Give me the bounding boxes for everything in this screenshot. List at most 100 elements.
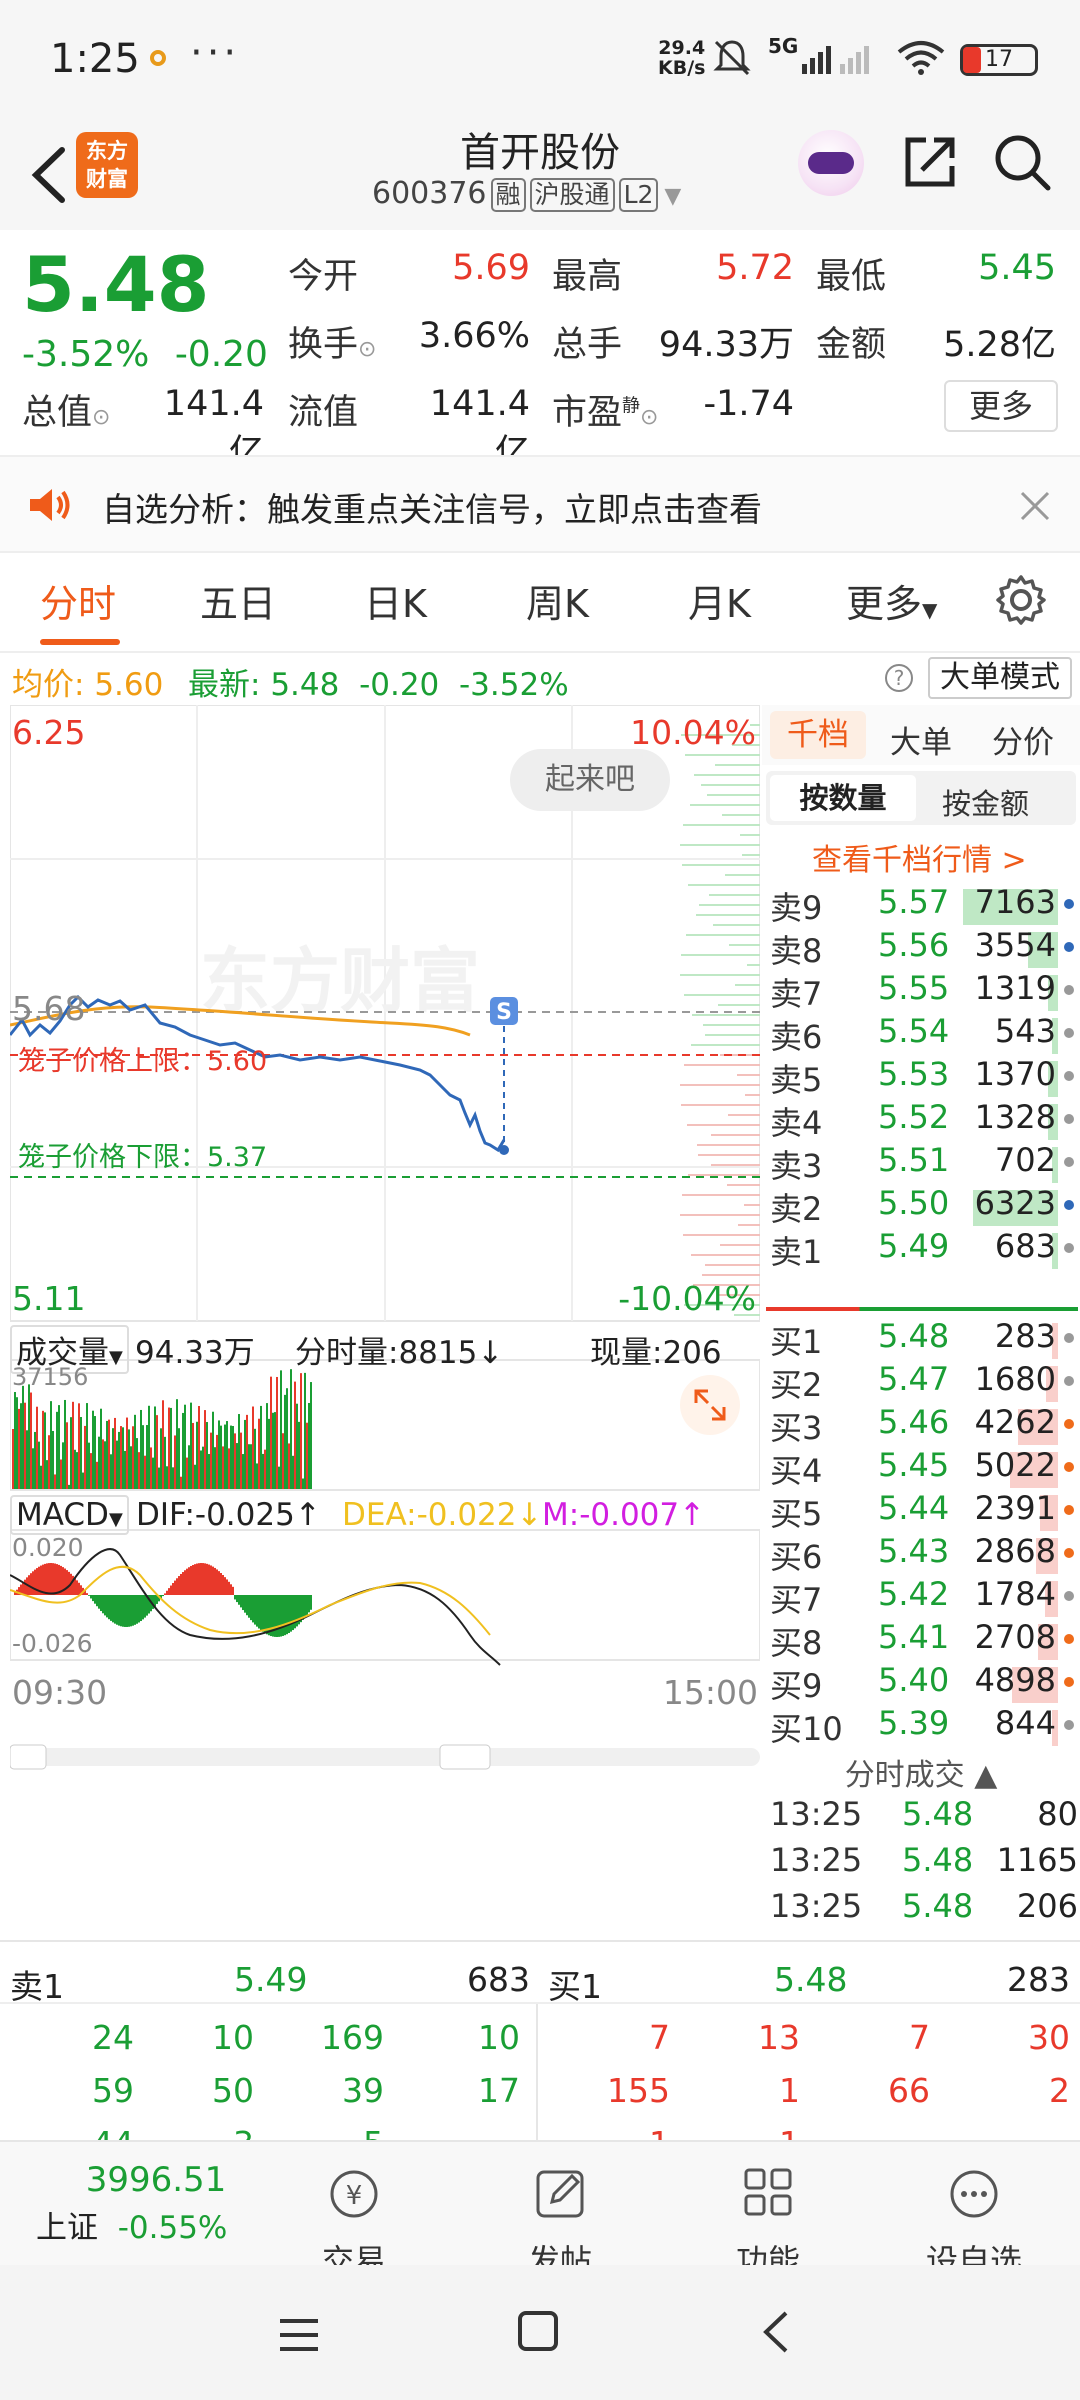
- macd-bar: [210, 1565, 212, 1595]
- stock-code-row[interactable]: 600376 融沪股通 L2 ▼: [372, 176, 681, 212]
- intraday-chart[interactable]: 东方财富 S 6.25 10.04% 5.68 起来吧 笼子价格上限：5.60 …: [8, 704, 761, 1925]
- tab-big-order[interactable]: 大单: [890, 717, 952, 762]
- ask-level[interactable]: 卖1 5.49 683: [770, 1227, 1078, 1271]
- ask-level[interactable]: 卖9 5.57 7163: [770, 883, 1078, 927]
- level-volume: 2868: [974, 1532, 1056, 1570]
- expand-icon[interactable]: [680, 1375, 740, 1435]
- wake-up-button[interactable]: 起来吧: [510, 749, 670, 811]
- level-dot: [1064, 942, 1074, 952]
- notice-bar[interactable]: 自选分析：触发重点关注信号，立即点击查看: [0, 455, 1080, 553]
- close-icon[interactable]: [1018, 489, 1052, 523]
- subtab-by-amount[interactable]: 按金额: [942, 781, 1029, 823]
- level-volume: 283: [994, 1317, 1056, 1355]
- level-dot: [1064, 985, 1074, 995]
- low-value: 5.45: [978, 248, 1056, 288]
- bid-level[interactable]: 买5 5.44 2391: [770, 1489, 1078, 1533]
- search-icon[interactable]: [990, 130, 1054, 194]
- mcap-label: 总值⊙: [22, 393, 111, 433]
- level-name: 卖7: [770, 975, 823, 1013]
- menu-icon[interactable]: [276, 2315, 322, 2355]
- ask-level[interactable]: 卖5 5.53 1370: [770, 1055, 1078, 1099]
- bid-level[interactable]: 买1 5.48 283: [770, 1317, 1078, 1361]
- back-icon[interactable]: [756, 2309, 796, 2355]
- ai-assistant-icon[interactable]: [798, 130, 864, 196]
- ask-level[interactable]: 卖7 5.55 1319: [770, 969, 1078, 1013]
- volume-bar: [32, 1448, 34, 1489]
- latest-price: 最新: 5.48 -0.20 -3.52%: [188, 667, 569, 703]
- signal-label: 5G: [768, 34, 799, 58]
- index-pct: -0.55%: [117, 2210, 228, 2246]
- bid-level[interactable]: 买7 5.42 1784: [770, 1575, 1078, 1619]
- bid-level[interactable]: 买3 5.46 4262: [770, 1403, 1078, 1447]
- tab-daily-k[interactable]: 日K: [364, 573, 427, 628]
- tab-more[interactable]: 更多▼: [846, 573, 937, 628]
- ticks-title[interactable]: 分时成交 ▲: [762, 1750, 1080, 1794]
- volume-bar: [14, 1392, 16, 1489]
- macd-bar: [114, 1595, 116, 1624]
- book-subtabs: 按数量 按金额: [766, 771, 1076, 825]
- settings-gear-icon[interactable]: [994, 573, 1048, 627]
- ask-level[interactable]: 卖6 5.54 543: [770, 1012, 1078, 1056]
- macd-bar: [140, 1595, 142, 1622]
- bid-level[interactable]: 买6 5.43 2868: [770, 1532, 1078, 1576]
- macd-bar: [134, 1595, 136, 1625]
- macd-bar: [234, 1595, 236, 1600]
- ask-level[interactable]: 卖4 5.52 1328: [770, 1098, 1078, 1142]
- macd-bar: [138, 1595, 140, 1623]
- ask-level[interactable]: 卖3 5.51 702: [770, 1141, 1078, 1185]
- quote-panel: 5.48 -3.52% -0.20 今开 5.69 最高 5.72 最低 5.4…: [0, 230, 1080, 473]
- level-dot: [1064, 899, 1074, 909]
- volume-bar: [296, 1403, 298, 1489]
- volume-bar: [234, 1433, 236, 1489]
- volume-bar: [156, 1415, 158, 1489]
- macd-bar: [78, 1582, 80, 1595]
- level-price: 5.46: [878, 1403, 950, 1441]
- time-end: 15:00: [662, 1673, 758, 1712]
- macd-bar: [22, 1582, 24, 1595]
- index-widget[interactable]: 3996.51 上证 -0.55%: [36, 2160, 276, 2247]
- macd-bottom-label: -0.026: [12, 1629, 93, 1658]
- help-icon[interactable]: ?: [884, 663, 914, 693]
- bid-level[interactable]: 买10 5.39 844: [770, 1704, 1078, 1748]
- macd-bar: [192, 1564, 194, 1595]
- level-name: 买8: [770, 1624, 823, 1662]
- ask-trade-cell: 39: [342, 2071, 384, 2110]
- home-icon[interactable]: [516, 2309, 560, 2353]
- tab-monthly-k[interactable]: 月K: [688, 573, 751, 628]
- tab-five-day[interactable]: 五日: [200, 573, 276, 628]
- level-price: 5.39: [878, 1704, 950, 1742]
- bid-trade-cell: 7: [649, 2018, 670, 2057]
- volume-bar: [280, 1370, 282, 1489]
- level-volume: 683: [994, 1227, 1056, 1265]
- signal-bars-icon: [802, 46, 869, 74]
- volume-bar: [282, 1433, 284, 1489]
- share-icon[interactable]: [900, 132, 960, 192]
- ask-trade-cell: 169: [321, 2018, 384, 2057]
- more-button[interactable]: 更多: [944, 380, 1058, 432]
- volume-bar: [262, 1453, 264, 1489]
- ask-level[interactable]: 卖8 5.56 3554: [770, 926, 1078, 970]
- macd-dif: DIF:-0.025↑: [136, 1497, 321, 1533]
- index-name: 上证: [36, 2210, 98, 2246]
- tag-connect: 沪股通: [529, 178, 615, 212]
- tab-depth[interactable]: 千档: [770, 711, 866, 759]
- tab-price-distribution[interactable]: 分价: [992, 717, 1054, 762]
- volume-bar: [148, 1405, 150, 1489]
- volume-bar: [16, 1397, 18, 1489]
- volume-bar: [190, 1402, 192, 1489]
- tab-weekly-k[interactable]: 周K: [526, 573, 589, 628]
- big-order-mode-button[interactable]: 大单模式: [928, 657, 1072, 699]
- level-dot: [1064, 1419, 1074, 1429]
- tab-intraday[interactable]: 分时: [40, 573, 116, 628]
- macd-selector[interactable]: MACD▼: [10, 1495, 129, 1535]
- bid-level[interactable]: 买8 5.41 2708: [770, 1618, 1078, 1662]
- subtab-by-quantity[interactable]: 按数量: [770, 775, 916, 821]
- volume-total: 94.33万: [135, 1335, 255, 1371]
- level-volume: 1319: [974, 969, 1056, 1007]
- view-depth-link[interactable]: 查看千档行情 >: [812, 835, 1027, 879]
- bid-level[interactable]: 买2 5.47 1680: [770, 1360, 1078, 1404]
- bid-level[interactable]: 买4 5.45 5022: [770, 1446, 1078, 1490]
- level-price: 5.54: [878, 1012, 950, 1050]
- bid-level[interactable]: 买9 5.40 4898: [770, 1661, 1078, 1705]
- ask-level[interactable]: 卖2 5.50 6323: [770, 1184, 1078, 1228]
